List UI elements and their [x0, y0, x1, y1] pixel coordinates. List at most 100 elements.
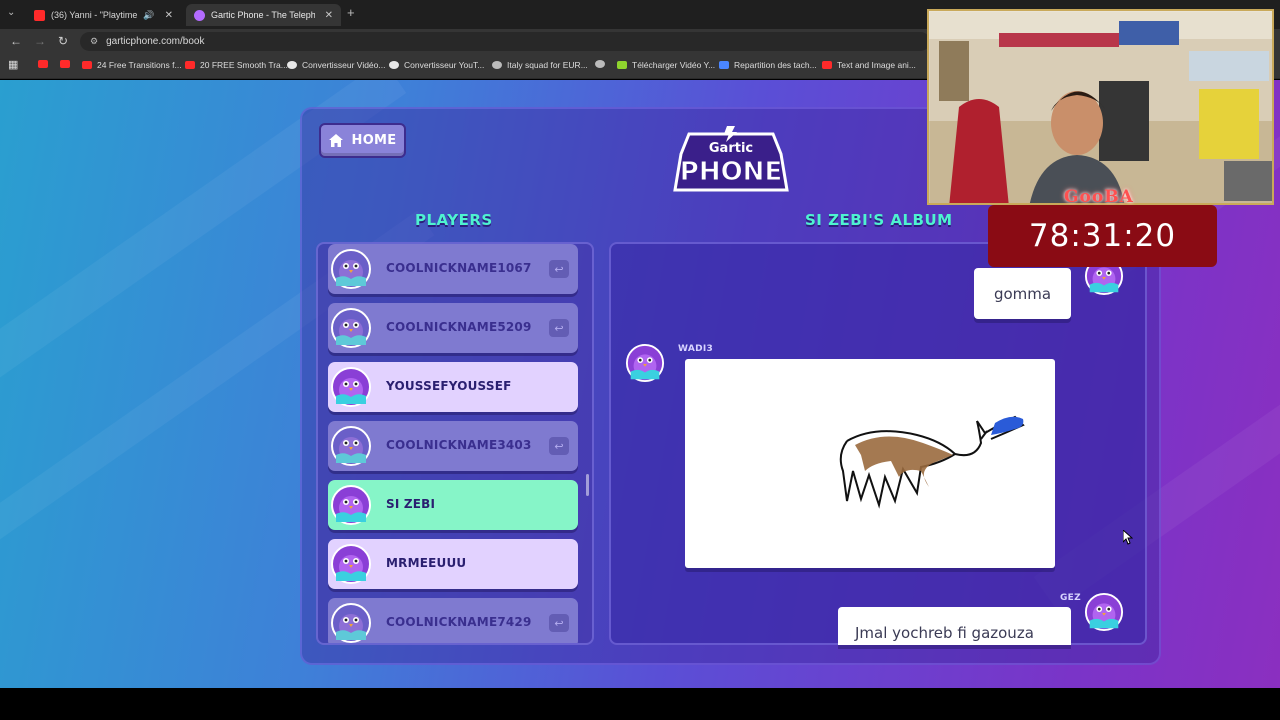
close-tab-icon[interactable]: ✕: [165, 10, 173, 21]
player-item[interactable]: COOLNICKNAME3403 ↩: [328, 421, 578, 471]
bookmark-item[interactable]: Convertisseur YouT...: [389, 60, 484, 70]
bird-avatar-icon: [625, 343, 665, 383]
kick-player-icon[interactable]: ↩: [549, 319, 569, 337]
home-label: HOME: [351, 133, 397, 148]
bookmark-label: Convertisseur Vidéo...: [302, 60, 386, 70]
player-name: SI ZEBI: [386, 497, 436, 511]
webcam-overlay: [927, 9, 1274, 205]
browser-tab-youtube[interactable]: (36) Yanni - "Playtime"_108: 🔊 ✕: [26, 4, 181, 26]
gartic-favicon-icon: [194, 9, 205, 21]
player-name: COOLNICKNAME7429: [386, 615, 532, 629]
bookmark-item[interactable]: [595, 60, 610, 68]
close-tab-icon[interactable]: ✕: [325, 10, 333, 21]
home-icon: [328, 134, 343, 147]
globe-icon: [492, 61, 502, 69]
bubble-text: Jmal yochreb fi gazouza: [855, 624, 1034, 642]
camel-drinking-drawing: [839, 415, 1025, 509]
player-item[interactable]: COOLNICKNAME1067 ↩: [328, 244, 578, 294]
bird-avatar-icon: [331, 308, 371, 348]
bookmark-item[interactable]: [38, 60, 53, 68]
bird-avatar-icon: [331, 485, 371, 525]
timer-text: 78:31:20: [1028, 218, 1177, 254]
player-item-current[interactable]: SI ZEBI: [328, 480, 578, 530]
bookmark-item[interactable]: Italy squad for EUR...: [492, 60, 588, 70]
youtube-icon: [38, 60, 48, 68]
globe-icon: [287, 61, 297, 69]
player-item[interactable]: COOLNICKNAME5209 ↩: [328, 303, 578, 353]
forward-arrow-icon[interactable]: →: [34, 34, 46, 48]
streamer-name: GooBA: [1064, 187, 1134, 207]
youtube-icon: [60, 60, 70, 68]
bird-avatar-icon: [1084, 592, 1124, 632]
bookmark-item[interactable]: 20 FREE Smooth Tra...: [185, 60, 288, 70]
youtube-icon: [185, 61, 195, 69]
youtube-icon: [82, 61, 92, 69]
entry-author: WADI3: [678, 344, 714, 354]
gartic-phone-logo: Gartic PHONE: [673, 126, 789, 192]
player-name: COOLNICKNAME1067: [386, 261, 532, 275]
globe-icon: [389, 61, 399, 69]
album-text-bubble: gomma: [974, 268, 1071, 319]
player-name: MRMEEUUU: [386, 556, 467, 570]
entry-author: GEZ: [1060, 593, 1081, 603]
bookmark-label: Télécharger Vidéo Y...: [632, 60, 716, 70]
bookmark-label: Italy squad for EUR...: [507, 60, 588, 70]
player-name: COOLNICKNAME3403: [386, 438, 532, 452]
webcam-feed-image: [929, 11, 1272, 203]
player-item[interactable]: MRMEEUUU: [328, 539, 578, 589]
kick-player-icon[interactable]: ↩: [549, 260, 569, 278]
kick-player-icon[interactable]: ↩: [549, 437, 569, 455]
bookmark-item[interactable]: Télécharger Vidéo Y...: [617, 60, 715, 70]
bird-avatar-icon: [331, 544, 371, 584]
player-item[interactable]: YOUSSEFYOUSSEF: [328, 362, 578, 412]
reload-icon[interactable]: ↻: [58, 34, 68, 48]
tab-search-icon[interactable]: ⌄: [7, 7, 15, 18]
bird-avatar-icon: [331, 367, 371, 407]
youtube-icon: [822, 61, 832, 69]
back-arrow-icon[interactable]: ←: [10, 34, 22, 48]
bird-avatar-icon: [331, 426, 371, 466]
bookmark-item[interactable]: Text and Image ani...: [822, 60, 916, 70]
new-tab-icon[interactable]: +: [347, 5, 355, 20]
player-name: YOUSSEFYOUSSEF: [386, 379, 512, 393]
tab-title: Gartic Phone - The Telephone G: [211, 10, 315, 20]
bookmark-item[interactable]: Convertisseur Vidéo...: [287, 60, 385, 70]
bird-avatar-icon: [331, 603, 371, 643]
album-text-bubble: Jmal yochreb fi gazouza: [838, 607, 1071, 645]
bookmark-label: Convertisseur YouT...: [404, 60, 485, 70]
youtube-favicon-icon: [34, 9, 45, 21]
stream-timer: 78:31:20: [988, 205, 1217, 267]
album-drawing: [685, 359, 1055, 568]
svg-text:Gartic: Gartic: [709, 141, 753, 156]
home-button[interactable]: HOME: [319, 123, 406, 158]
address-bar[interactable]: ⚙ garticphone.com/book: [80, 32, 930, 51]
kick-player-icon[interactable]: ↩: [549, 614, 569, 632]
apps-grid-icon[interactable]: ▦: [8, 58, 18, 71]
bookmark-label: 20 FREE Smooth Tra...: [200, 60, 288, 70]
tab-title: (36) Yanni - "Playtime"_108:: [51, 10, 138, 20]
globe-icon: [595, 60, 605, 68]
site-info-icon[interactable]: ⚙: [90, 36, 98, 47]
bookmark-item[interactable]: 24 Free Transitions f...: [82, 60, 182, 70]
download-icon: [617, 61, 627, 69]
browser-tab-gartic[interactable]: Gartic Phone - The Telephone G ✕: [186, 4, 341, 26]
bookmark-label: 24 Free Transitions f...: [97, 60, 182, 70]
album-title: SI ZEBI'S ALBUM: [805, 211, 953, 229]
bookmark-item[interactable]: [60, 60, 75, 68]
bubble-text: gomma: [993, 284, 1052, 303]
bottom-black-bar: [0, 688, 1280, 720]
speaker-icon[interactable]: 🔊: [143, 10, 154, 21]
docs-icon: [719, 61, 729, 69]
bird-avatar-icon: [331, 249, 371, 289]
player-name: COOLNICKNAME5209: [386, 320, 532, 334]
bookmark-label: Repartition des tach...: [734, 60, 817, 70]
bookmark-item[interactable]: Repartition des tach...: [719, 60, 817, 70]
bookmark-label: Text and Image ani...: [837, 60, 916, 70]
players-scrollbar[interactable]: [586, 474, 589, 496]
player-item[interactable]: COOLNICKNAME7429 ↩: [328, 598, 578, 643]
mouse-cursor-icon: [1123, 530, 1133, 545]
svg-text:PHONE: PHONE: [680, 157, 782, 187]
players-title: PLAYERS: [415, 211, 493, 229]
players-list[interactable]: COOLNICKNAME1067 ↩ COOLNICKNAME5209 ↩ YO…: [316, 242, 594, 645]
url-text: garticphone.com/book: [106, 36, 205, 47]
